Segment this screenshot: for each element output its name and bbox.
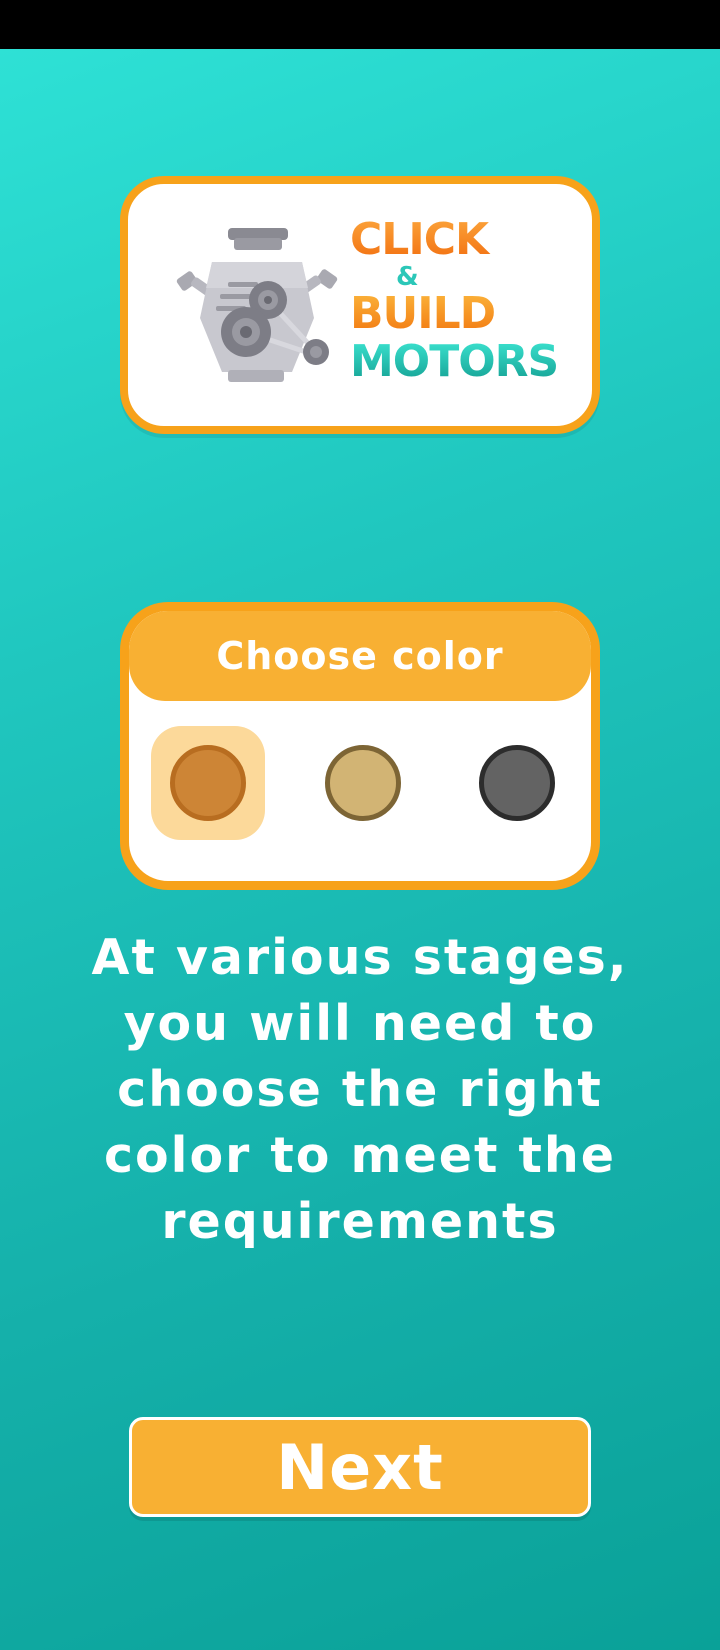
color-swatch-circle <box>170 745 246 821</box>
logo-word-build: BUILD <box>350 292 570 336</box>
logo-word-motors: MOTORS <box>350 340 570 384</box>
app-logo-text: CLICK & BUILD MOTORS <box>350 218 570 384</box>
logo-ampersand: & <box>396 262 419 292</box>
next-button-label: Next <box>276 1430 444 1504</box>
color-swatch-1[interactable] <box>151 726 265 840</box>
next-button[interactable]: Next <box>129 1417 591 1517</box>
engine-icon <box>176 228 338 382</box>
color-swatch-2[interactable] <box>306 726 420 840</box>
color-picker-header: Choose color <box>129 611 591 701</box>
color-picker-card: Choose color <box>120 602 600 890</box>
status-bar <box>0 0 720 49</box>
logo-word-click: CLICK <box>350 218 570 262</box>
color-swatch-3[interactable] <box>460 726 574 840</box>
color-swatch-circle <box>325 745 401 821</box>
color-swatch-circle <box>479 745 555 821</box>
logo-card: CLICK & BUILD MOTORS <box>120 176 600 434</box>
instruction-text: At various stages, you will need to choo… <box>91 929 629 1250</box>
color-picker-title: Choose color <box>216 634 504 678</box>
